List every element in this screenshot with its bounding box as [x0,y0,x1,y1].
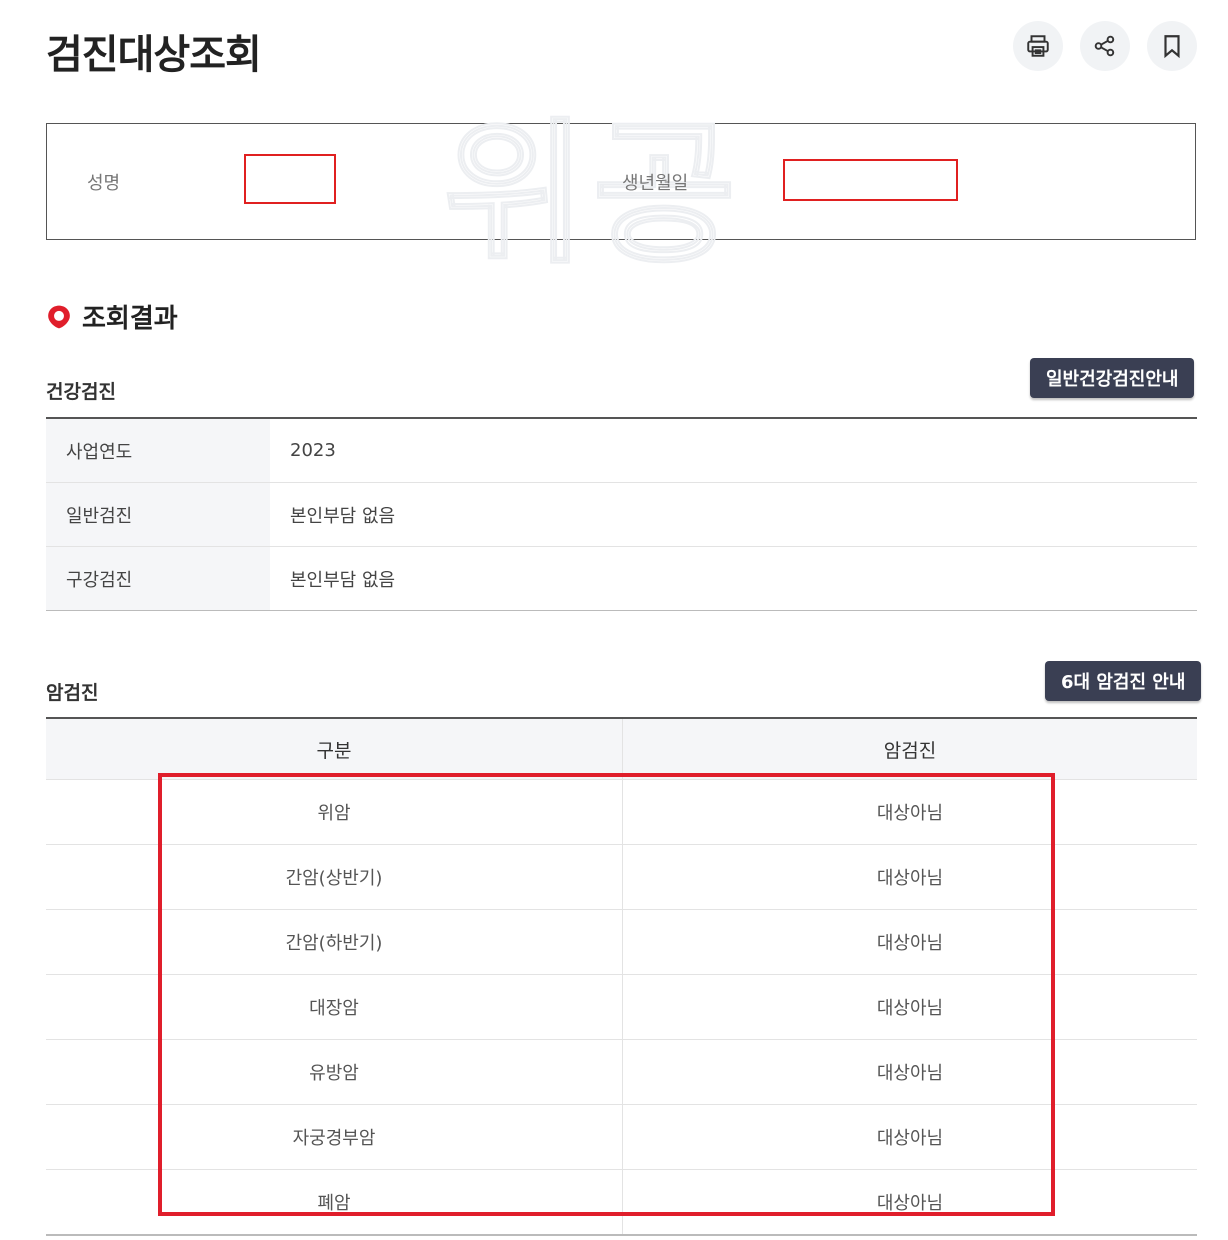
row-value: 본인부담 없음 [270,482,1197,547]
cancer-checkup-guide-button[interactable]: 6대 암검진 안내 [1045,661,1202,701]
column-header: 구분 [46,718,623,780]
eligibility-status: 대상아님 [622,909,1197,975]
cancer-type: 폐암 [46,1169,623,1235]
table-row: 폐암 대상아님 [46,1169,1197,1235]
cancer-type: 간암(상반기) [46,844,623,910]
cancer-type: 유방암 [46,1039,623,1105]
row-value: 본인부담 없음 [290,569,396,591]
result-title-text: 조회결과 [82,304,178,334]
location-pin-icon [48,305,70,328]
bookmark-icon [1164,35,1180,59]
table-row: 위암 대상아님 [46,779,1197,845]
watermark-text: 위공 [442,103,743,285]
table-row: 자궁경부암 대상아님 [46,1104,1197,1170]
table-header-row: 구분 암검진 [46,718,1197,780]
health-section-title: 건강검진 [46,381,116,403]
birthdate-label: 생년월일 [622,173,689,194]
name-value-masked [244,154,336,204]
health-checkup-table: 사업연도 2023 일반검진 본인부담 없음 구강검진 본인부담 없음 [46,417,1197,611]
row-value: 2023 [270,418,1197,483]
cancer-type: 위암 [46,779,623,845]
result-section-title: 조회결과 [46,298,178,335]
row-label: 일반검진 [46,482,270,547]
cancer-section-title: 암검진 [46,682,99,704]
general-checkup-guide-button[interactable]: 일반건강검진안내 [1030,358,1195,398]
birthdate-value-masked [783,159,958,201]
share-icon [1094,35,1115,57]
bookmark-button[interactable] [1147,21,1197,71]
query-info-box: 위공 성명 생년월일 [46,115,1196,273]
row-label: 사업연도 [46,418,270,483]
eligibility-status: 대상아님 [622,844,1197,910]
cancer-type: 대장암 [46,974,623,1040]
table-row: 일반검진 본인부담 없음 [46,482,1197,547]
cancer-type: 간암(하반기) [46,909,623,975]
row-label: 구강검진 [46,546,270,611]
table-row: 사업연도 2023 [46,418,1197,483]
table-row: 대장암 대상아님 [46,974,1197,1040]
column-header: 암검진 [622,718,1197,780]
eligibility-status: 대상아님 [622,779,1197,845]
eligibility-status: 대상아님 [876,1193,944,1214]
table-row: 간암(하반기) 대상아님 [46,909,1197,975]
print-button[interactable] [1013,21,1063,71]
eligibility-status: 대상아님 [622,1104,1197,1170]
table-row: 유방암 대상아님 [46,1039,1197,1105]
cancer-type: 자궁경부암 [46,1104,623,1170]
eligibility-status: 대상아님 [622,1039,1197,1105]
cancer-checkup-table: 구분 암검진 위암 대상아님 간암(상반기) 대상아님 간암(하반기) 대상아님… [46,717,1197,1236]
share-button[interactable] [1080,21,1130,71]
page-title: 검진대상조회 [46,32,262,78]
table-row: 간암(상반기) 대상아님 [46,844,1197,910]
print-icon [1027,35,1049,57]
table-row: 구강검진 본인부담 없음 [46,546,1197,611]
eligibility-status: 대상아님 [622,974,1197,1040]
name-label: 성명 [87,173,121,194]
